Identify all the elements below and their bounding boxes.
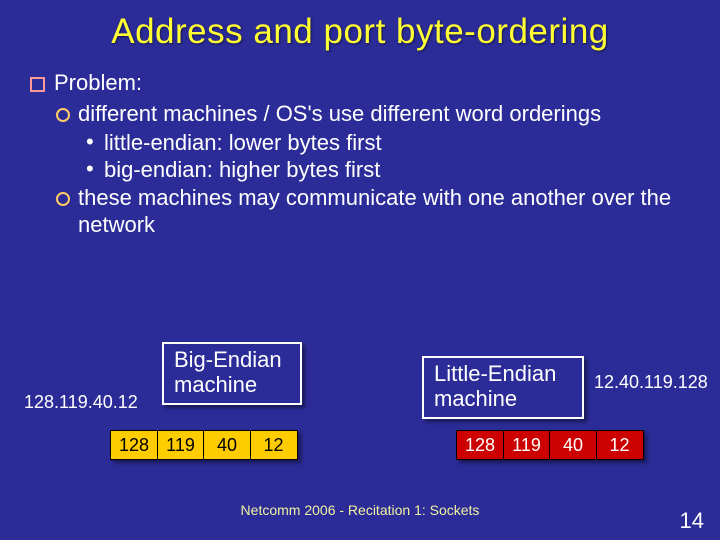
- byte-cell-wrong: 12: [596, 430, 644, 460]
- byte-cell: 128: [110, 430, 158, 460]
- bullet-problem: Problem:: [28, 70, 692, 97]
- slide-title: Address and port byte-ordering: [28, 12, 692, 52]
- slide: Address and port byte-ordering Problem: …: [0, 0, 720, 540]
- big-endian-box: Big-Endian machine: [162, 342, 302, 405]
- byte-cell: 40: [203, 430, 251, 460]
- big-endian-bytes: 128 119 40 12: [110, 430, 298, 460]
- bullet-diff-orderings: different machines / OS's use different …: [28, 101, 692, 128]
- slide-footer: Netcomm 2006 - Recitation 1: Sockets: [0, 502, 720, 518]
- slide-body: Problem: different machines / OS's use d…: [28, 70, 692, 239]
- little-endian-box: Little-Endian machine: [422, 356, 584, 419]
- bullet-communicate: these machines may communicate with one …: [28, 185, 692, 239]
- bullet-little-endian: little-endian: lower bytes first: [28, 130, 692, 157]
- page-number: 14: [680, 508, 704, 534]
- ip-address-right: 12.40.119.128: [594, 372, 708, 393]
- byte-cell: 12: [250, 430, 298, 460]
- byte-cell-wrong: 119: [503, 430, 551, 460]
- little-endian-bytes: 128 119 40 12: [456, 430, 644, 460]
- byte-cell: 119: [157, 430, 205, 460]
- ip-address-left: 128.119.40.12: [24, 392, 138, 413]
- bullet-big-endian: big-endian: higher bytes first: [28, 157, 692, 184]
- byte-cell-wrong: 128: [456, 430, 504, 460]
- endian-diagram: Big-Endian machine Little-Endian machine…: [24, 342, 696, 482]
- byte-cell-wrong: 40: [549, 430, 597, 460]
